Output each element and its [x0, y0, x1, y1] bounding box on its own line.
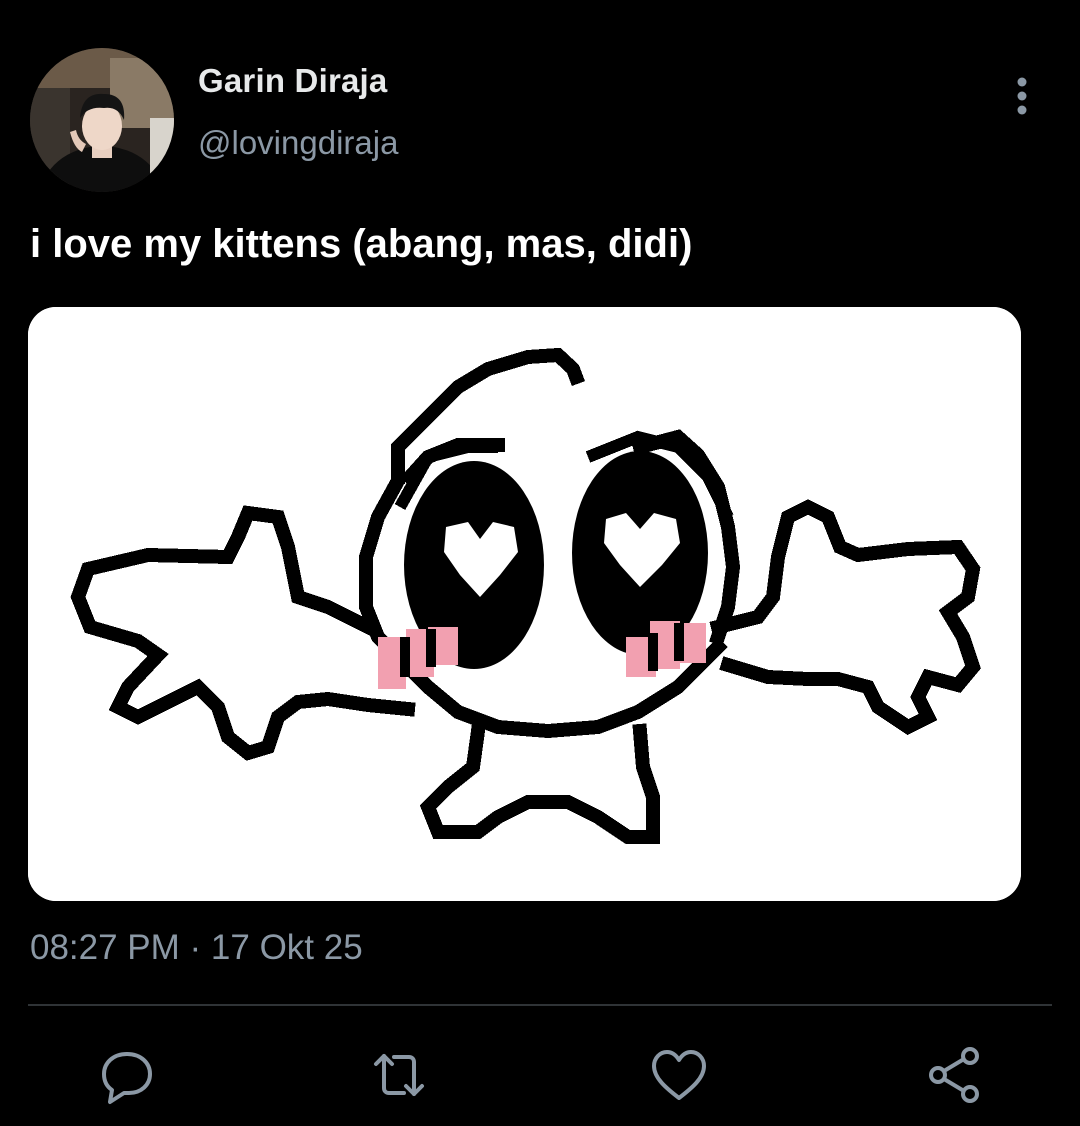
tweet-detail: Garin Diraja @lovingdiraja i love my kit… [0, 0, 1080, 1126]
avatar-photo [30, 48, 174, 192]
author-handle[interactable]: @lovingdiraja [198, 124, 398, 162]
pixel-art-creature-image [28, 307, 1021, 901]
more-options-button[interactable] [1002, 72, 1042, 120]
tweet-media-image[interactable] [28, 307, 1021, 901]
divider [28, 1004, 1052, 1006]
reply-button[interactable] [96, 1044, 158, 1106]
like-button[interactable] [648, 1044, 710, 1106]
share-button[interactable] [924, 1044, 986, 1106]
author-display-name[interactable]: Garin Diraja [198, 62, 387, 100]
avatar[interactable] [30, 48, 174, 192]
share-icon [929, 1047, 979, 1103]
retweet-icon [374, 1054, 424, 1096]
retweet-button[interactable] [368, 1044, 430, 1106]
heart-icon [652, 1050, 706, 1100]
tweet-timestamp[interactable]: 08:27 PM · 17 Okt 25 [30, 928, 363, 968]
reply-icon [102, 1052, 152, 1104]
tweet-text: i love my kittens (abang, mas, didi) [30, 222, 693, 266]
more-vertical-icon [1017, 77, 1027, 115]
